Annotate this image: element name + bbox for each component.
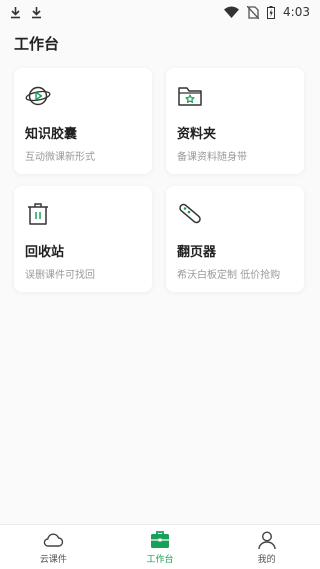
card-knowledge-capsule[interactable]: 知识胶囊 互动微课新形式	[14, 68, 152, 174]
tab-label: 工作台	[146, 555, 174, 565]
tab-mine[interactable]: 我的	[227, 529, 307, 565]
download-icon	[11, 6, 20, 18]
download-icon	[32, 6, 41, 18]
briefcase-icon	[150, 531, 169, 548]
card-title: 回收站	[25, 245, 65, 260]
status-time: 4:03	[283, 5, 310, 19]
card-title: 资料夹	[177, 127, 217, 142]
card-title: 翻页器	[177, 245, 217, 260]
battery-icon	[267, 5, 276, 19]
capsule-play-icon	[25, 86, 51, 106]
tab-label: 云课件	[39, 555, 67, 565]
tab-cloud-courseware[interactable]: 云课件	[13, 529, 93, 565]
trash-icon	[28, 203, 48, 225]
card-title: 知识胶囊	[25, 127, 78, 142]
tab-workbench[interactable]: 工作台	[120, 529, 200, 565]
card-desc: 误删课件可找回	[25, 270, 95, 281]
card-page-turner[interactable]: 翻页器 希沃白板定制 低价抢购	[166, 186, 304, 292]
status-bar: 4:03	[0, 0, 320, 24]
card-folder[interactable]: 资料夹 备课资料随身带	[166, 68, 304, 174]
wifi-icon	[224, 6, 240, 18]
bottom-tab-bar: 云课件 工作台 我的	[0, 524, 320, 569]
card-desc: 备课资料随身带	[177, 152, 247, 163]
card-recycle-bin[interactable]: 回收站 误删课件可找回	[14, 186, 152, 292]
user-icon	[257, 531, 276, 550]
folder-star-icon	[178, 87, 202, 106]
tab-label: 我的	[257, 555, 276, 565]
clicker-icon	[179, 203, 201, 224]
no-sim-icon	[247, 5, 260, 19]
card-desc: 互动微课新形式	[25, 152, 95, 163]
card-desc: 希沃白板定制 低价抢购	[177, 270, 281, 281]
cloud-icon	[44, 533, 64, 547]
page-title: 工作台	[14, 35, 60, 53]
